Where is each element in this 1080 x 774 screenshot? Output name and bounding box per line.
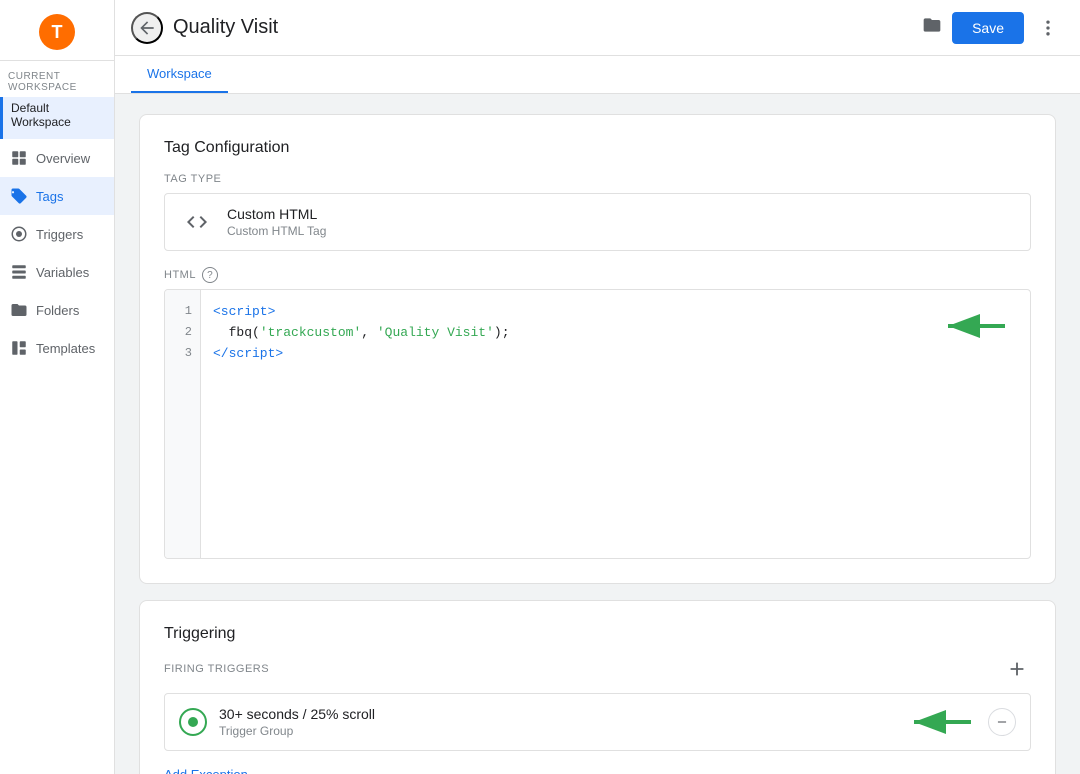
sidebar-item-label-folders: Folders xyxy=(36,303,79,318)
tag-type-name: Custom HTML xyxy=(227,206,1014,222)
trigger-arrow-indicator xyxy=(906,708,976,736)
back-button[interactable] xyxy=(131,12,163,44)
save-button[interactable]: Save xyxy=(952,12,1024,44)
sidebar-item-tags[interactable]: Tags xyxy=(0,177,114,215)
sidebar-item-templates[interactable]: Templates xyxy=(0,329,114,367)
sidebar-item-overview[interactable]: Overview xyxy=(0,139,114,177)
sidebar-item-label-triggers: Triggers xyxy=(36,227,83,242)
sidebar-logo: T xyxy=(0,0,114,61)
trigger-info: 30+ seconds / 25% scroll Trigger Group xyxy=(219,706,976,738)
workspace-name[interactable]: Default Workspace xyxy=(0,97,114,139)
overview-icon xyxy=(10,149,28,167)
triggering-header: Triggering xyxy=(164,625,1031,643)
sidebar-item-label-templates: Templates xyxy=(36,341,95,356)
more-button[interactable] xyxy=(1032,12,1064,44)
code-line-2: fbq('trackcustom', 'Quality Visit'); xyxy=(213,323,1018,344)
tags-icon xyxy=(10,187,28,205)
line-num-2: 2 xyxy=(173,323,192,342)
sidebar-item-label-tags: Tags xyxy=(36,189,63,204)
page-title: Quality Visit xyxy=(173,16,908,39)
code-arrow-indicator xyxy=(940,312,1010,340)
sidebar-item-triggers[interactable]: Triggers xyxy=(0,215,114,253)
add-trigger-button[interactable] xyxy=(1003,655,1031,683)
code-line-1: <script> xyxy=(213,302,1018,323)
line-num-3: 3 xyxy=(173,344,192,363)
workspace-label: CURRENT WORKSPACE xyxy=(0,61,114,97)
add-exception-button[interactable]: Add Exception xyxy=(164,763,248,774)
sidebar-item-variables[interactable]: Variables xyxy=(0,253,114,291)
main-area: Quality Visit Save Workspace Tag Configu… xyxy=(115,0,1080,774)
app-logo-icon: T xyxy=(39,14,75,50)
code-icon xyxy=(181,206,213,238)
tag-configuration-card: Tag Configuration Tag Type Custom HTML C… xyxy=(139,114,1056,584)
code-editor[interactable]: 1 2 3 <script> fbq('trackcustom', 'Quali… xyxy=(164,289,1031,559)
triggering-card: Triggering Firing Triggers 30+ seconds /… xyxy=(139,600,1056,774)
trigger-name: 30+ seconds / 25% scroll xyxy=(219,706,976,722)
variables-icon xyxy=(10,263,28,281)
firing-triggers-label: Firing Triggers xyxy=(164,663,269,675)
tab-workspace[interactable]: Workspace xyxy=(131,56,228,93)
line-numbers: 1 2 3 xyxy=(165,290,201,558)
trigger-row[interactable]: 30+ seconds / 25% scroll Trigger Group xyxy=(164,693,1031,751)
html-label-row: HTML ? xyxy=(164,267,1031,283)
tag-config-title: Tag Configuration xyxy=(164,139,1031,157)
remove-trigger-button[interactable] xyxy=(988,708,1016,736)
code-content[interactable]: <script> fbq('trackcustom', 'Quality Vis… xyxy=(201,290,1030,558)
content-area: Tag Configuration Tag Type Custom HTML C… xyxy=(115,94,1080,774)
tag-type-info: Custom HTML Custom HTML Tag xyxy=(227,206,1014,238)
triggers-icon xyxy=(10,225,28,243)
topbar-actions: Save xyxy=(952,12,1064,44)
sidebar: T CURRENT WORKSPACE Default Workspace Ov… xyxy=(0,0,115,774)
templates-icon xyxy=(10,339,28,357)
tag-type-label: Tag Type xyxy=(164,173,1031,185)
sidebar-item-folders[interactable]: Folders xyxy=(0,291,114,329)
sidebar-item-label-variables: Variables xyxy=(36,265,89,280)
workspace-tab-bar: Workspace xyxy=(115,56,1080,94)
tag-type-sub: Custom HTML Tag xyxy=(227,224,1014,238)
topbar: Quality Visit Save xyxy=(115,0,1080,56)
tag-type-row[interactable]: Custom HTML Custom HTML Tag xyxy=(164,193,1031,251)
folders-icon xyxy=(10,301,28,319)
triggering-title: Triggering xyxy=(164,625,235,643)
line-num-1: 1 xyxy=(173,302,192,321)
sidebar-nav: Overview Tags Triggers Variables Folders xyxy=(0,139,114,774)
help-icon[interactable]: ? xyxy=(202,267,218,283)
folder-icon[interactable] xyxy=(922,15,942,40)
logo-letter: T xyxy=(52,22,63,43)
trigger-circle-icon xyxy=(179,708,207,736)
html-label: HTML xyxy=(164,269,196,281)
trigger-sub: Trigger Group xyxy=(219,724,976,738)
trigger-dot xyxy=(188,717,198,727)
sidebar-item-label-overview: Overview xyxy=(36,151,90,166)
code-line-3: </script> xyxy=(213,344,1018,365)
